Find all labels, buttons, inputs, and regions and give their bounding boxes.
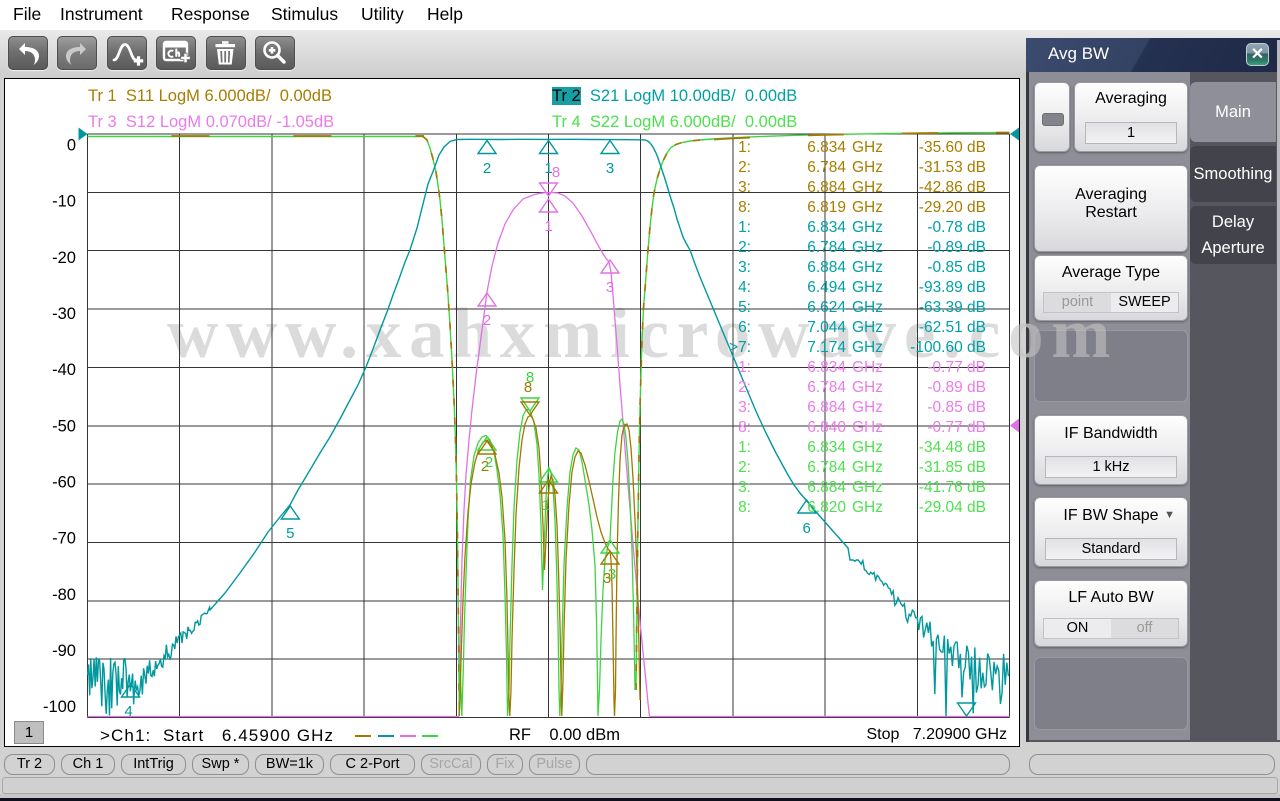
svg-text:-62.51 dB: -62.51 dB bbox=[919, 319, 986, 336]
svg-text:GHz: GHz bbox=[852, 479, 883, 496]
svg-text:-63.39 dB: -63.39 dB bbox=[919, 299, 986, 316]
svg-text:8:: 8: bbox=[738, 199, 751, 216]
svg-text:1:: 1: bbox=[738, 139, 751, 156]
svg-text:6.834: 6.834 bbox=[807, 219, 846, 236]
svg-text:3: 3 bbox=[606, 279, 614, 296]
svg-text:GHz: GHz bbox=[852, 379, 883, 396]
svg-text:2: 2 bbox=[483, 160, 491, 177]
svg-text:3: 3 bbox=[608, 566, 616, 583]
svg-text:GHz: GHz bbox=[852, 459, 883, 476]
svg-text:6.784: 6.784 bbox=[807, 239, 846, 256]
svg-text:GHz: GHz bbox=[852, 359, 883, 376]
svg-text:6: 6 bbox=[803, 520, 811, 537]
svg-text:6.834: 6.834 bbox=[807, 139, 846, 156]
svg-text:6.884: 6.884 bbox=[807, 479, 846, 496]
svg-text:-34.48 dB: -34.48 dB bbox=[919, 439, 986, 456]
svg-text:GHz: GHz bbox=[852, 439, 883, 456]
svg-text:GHz: GHz bbox=[852, 499, 883, 516]
svg-text:7.174: 7.174 bbox=[807, 339, 846, 356]
svg-text:6.840: 6.840 bbox=[807, 419, 846, 436]
svg-text:2:: 2: bbox=[738, 459, 751, 476]
svg-text:6.624: 6.624 bbox=[807, 299, 846, 316]
svg-text:GHz: GHz bbox=[852, 219, 883, 236]
svg-text:-0.89 dB: -0.89 dB bbox=[927, 239, 986, 256]
svg-text:6.834: 6.834 bbox=[807, 359, 846, 376]
svg-text:1: 1 bbox=[544, 218, 552, 235]
svg-text:3: 3 bbox=[606, 160, 614, 177]
svg-text:-31.85 dB: -31.85 dB bbox=[919, 459, 986, 476]
svg-text:7.044: 7.044 bbox=[807, 319, 846, 336]
svg-text:GHz: GHz bbox=[852, 239, 883, 256]
svg-text:GHz: GHz bbox=[852, 339, 883, 356]
svg-text:3:: 3: bbox=[738, 399, 751, 416]
svg-text:1:: 1: bbox=[738, 439, 751, 456]
svg-text:2: 2 bbox=[483, 312, 491, 329]
svg-text:6.820: 6.820 bbox=[807, 499, 846, 516]
svg-text:2:: 2: bbox=[738, 159, 751, 176]
svg-text:-29.04 dB: -29.04 dB bbox=[919, 499, 986, 516]
svg-text:GHz: GHz bbox=[852, 279, 883, 296]
svg-text:8: 8 bbox=[524, 379, 532, 396]
svg-text:3:: 3: bbox=[738, 479, 751, 496]
svg-text:-0.78 dB: -0.78 dB bbox=[927, 219, 986, 236]
svg-text:GHz: GHz bbox=[852, 319, 883, 336]
svg-text:GHz: GHz bbox=[852, 259, 883, 276]
svg-text:8: 8 bbox=[552, 164, 560, 181]
svg-text:6.819: 6.819 bbox=[807, 199, 846, 216]
svg-text:GHz: GHz bbox=[852, 419, 883, 436]
svg-text:-0.85 dB: -0.85 dB bbox=[927, 399, 986, 416]
svg-text:6.784: 6.784 bbox=[807, 459, 846, 476]
svg-text:-0.77 dB: -0.77 dB bbox=[927, 359, 986, 376]
svg-text:6.784: 6.784 bbox=[807, 159, 846, 176]
svg-text:6.884: 6.884 bbox=[807, 399, 846, 416]
svg-text:3:: 3: bbox=[738, 179, 751, 196]
svg-text:5:: 5: bbox=[738, 299, 751, 316]
svg-text:-29.20 dB: -29.20 dB bbox=[919, 199, 986, 216]
svg-text:GHz: GHz bbox=[852, 199, 883, 216]
svg-text:1: 1 bbox=[542, 497, 550, 514]
svg-text:-0.85 dB: -0.85 dB bbox=[927, 259, 986, 276]
svg-text:GHz: GHz bbox=[852, 139, 883, 156]
svg-text:6.494: 6.494 bbox=[807, 279, 846, 296]
svg-text:2: 2 bbox=[485, 454, 493, 471]
svg-text:-42.86 dB: -42.86 dB bbox=[919, 179, 986, 196]
svg-text:1:: 1: bbox=[738, 359, 751, 376]
svg-text:-35.60 dB: -35.60 dB bbox=[919, 139, 986, 156]
svg-text:3:: 3: bbox=[738, 259, 751, 276]
svg-text:-93.89 dB: -93.89 dB bbox=[919, 279, 986, 296]
svg-text:6.784: 6.784 bbox=[807, 379, 846, 396]
svg-text:6.884: 6.884 bbox=[807, 259, 846, 276]
svg-text:-0.77 dB: -0.77 dB bbox=[927, 419, 986, 436]
svg-text:1:: 1: bbox=[738, 219, 751, 236]
svg-text:2:: 2: bbox=[738, 239, 751, 256]
svg-text:GHz: GHz bbox=[852, 159, 883, 176]
svg-text:-100.60 dB: -100.60 dB bbox=[910, 339, 986, 356]
svg-text:>7:: >7: bbox=[729, 339, 751, 356]
svg-text:2:: 2: bbox=[738, 379, 751, 396]
svg-text:-41.76 dB: -41.76 dB bbox=[919, 479, 986, 496]
svg-text:-31.53 dB: -31.53 dB bbox=[919, 159, 986, 176]
svg-text:GHz: GHz bbox=[852, 399, 883, 416]
svg-text:6:: 6: bbox=[738, 319, 751, 336]
svg-text:4:: 4: bbox=[738, 279, 751, 296]
svg-text:6.834: 6.834 bbox=[807, 439, 846, 456]
svg-text:8:: 8: bbox=[738, 419, 751, 436]
svg-text:-0.89 dB: -0.89 dB bbox=[927, 379, 986, 396]
svg-text:GHz: GHz bbox=[852, 179, 883, 196]
svg-text:GHz: GHz bbox=[852, 299, 883, 316]
svg-text:6.884: 6.884 bbox=[807, 179, 846, 196]
svg-text:8:: 8: bbox=[738, 499, 751, 516]
